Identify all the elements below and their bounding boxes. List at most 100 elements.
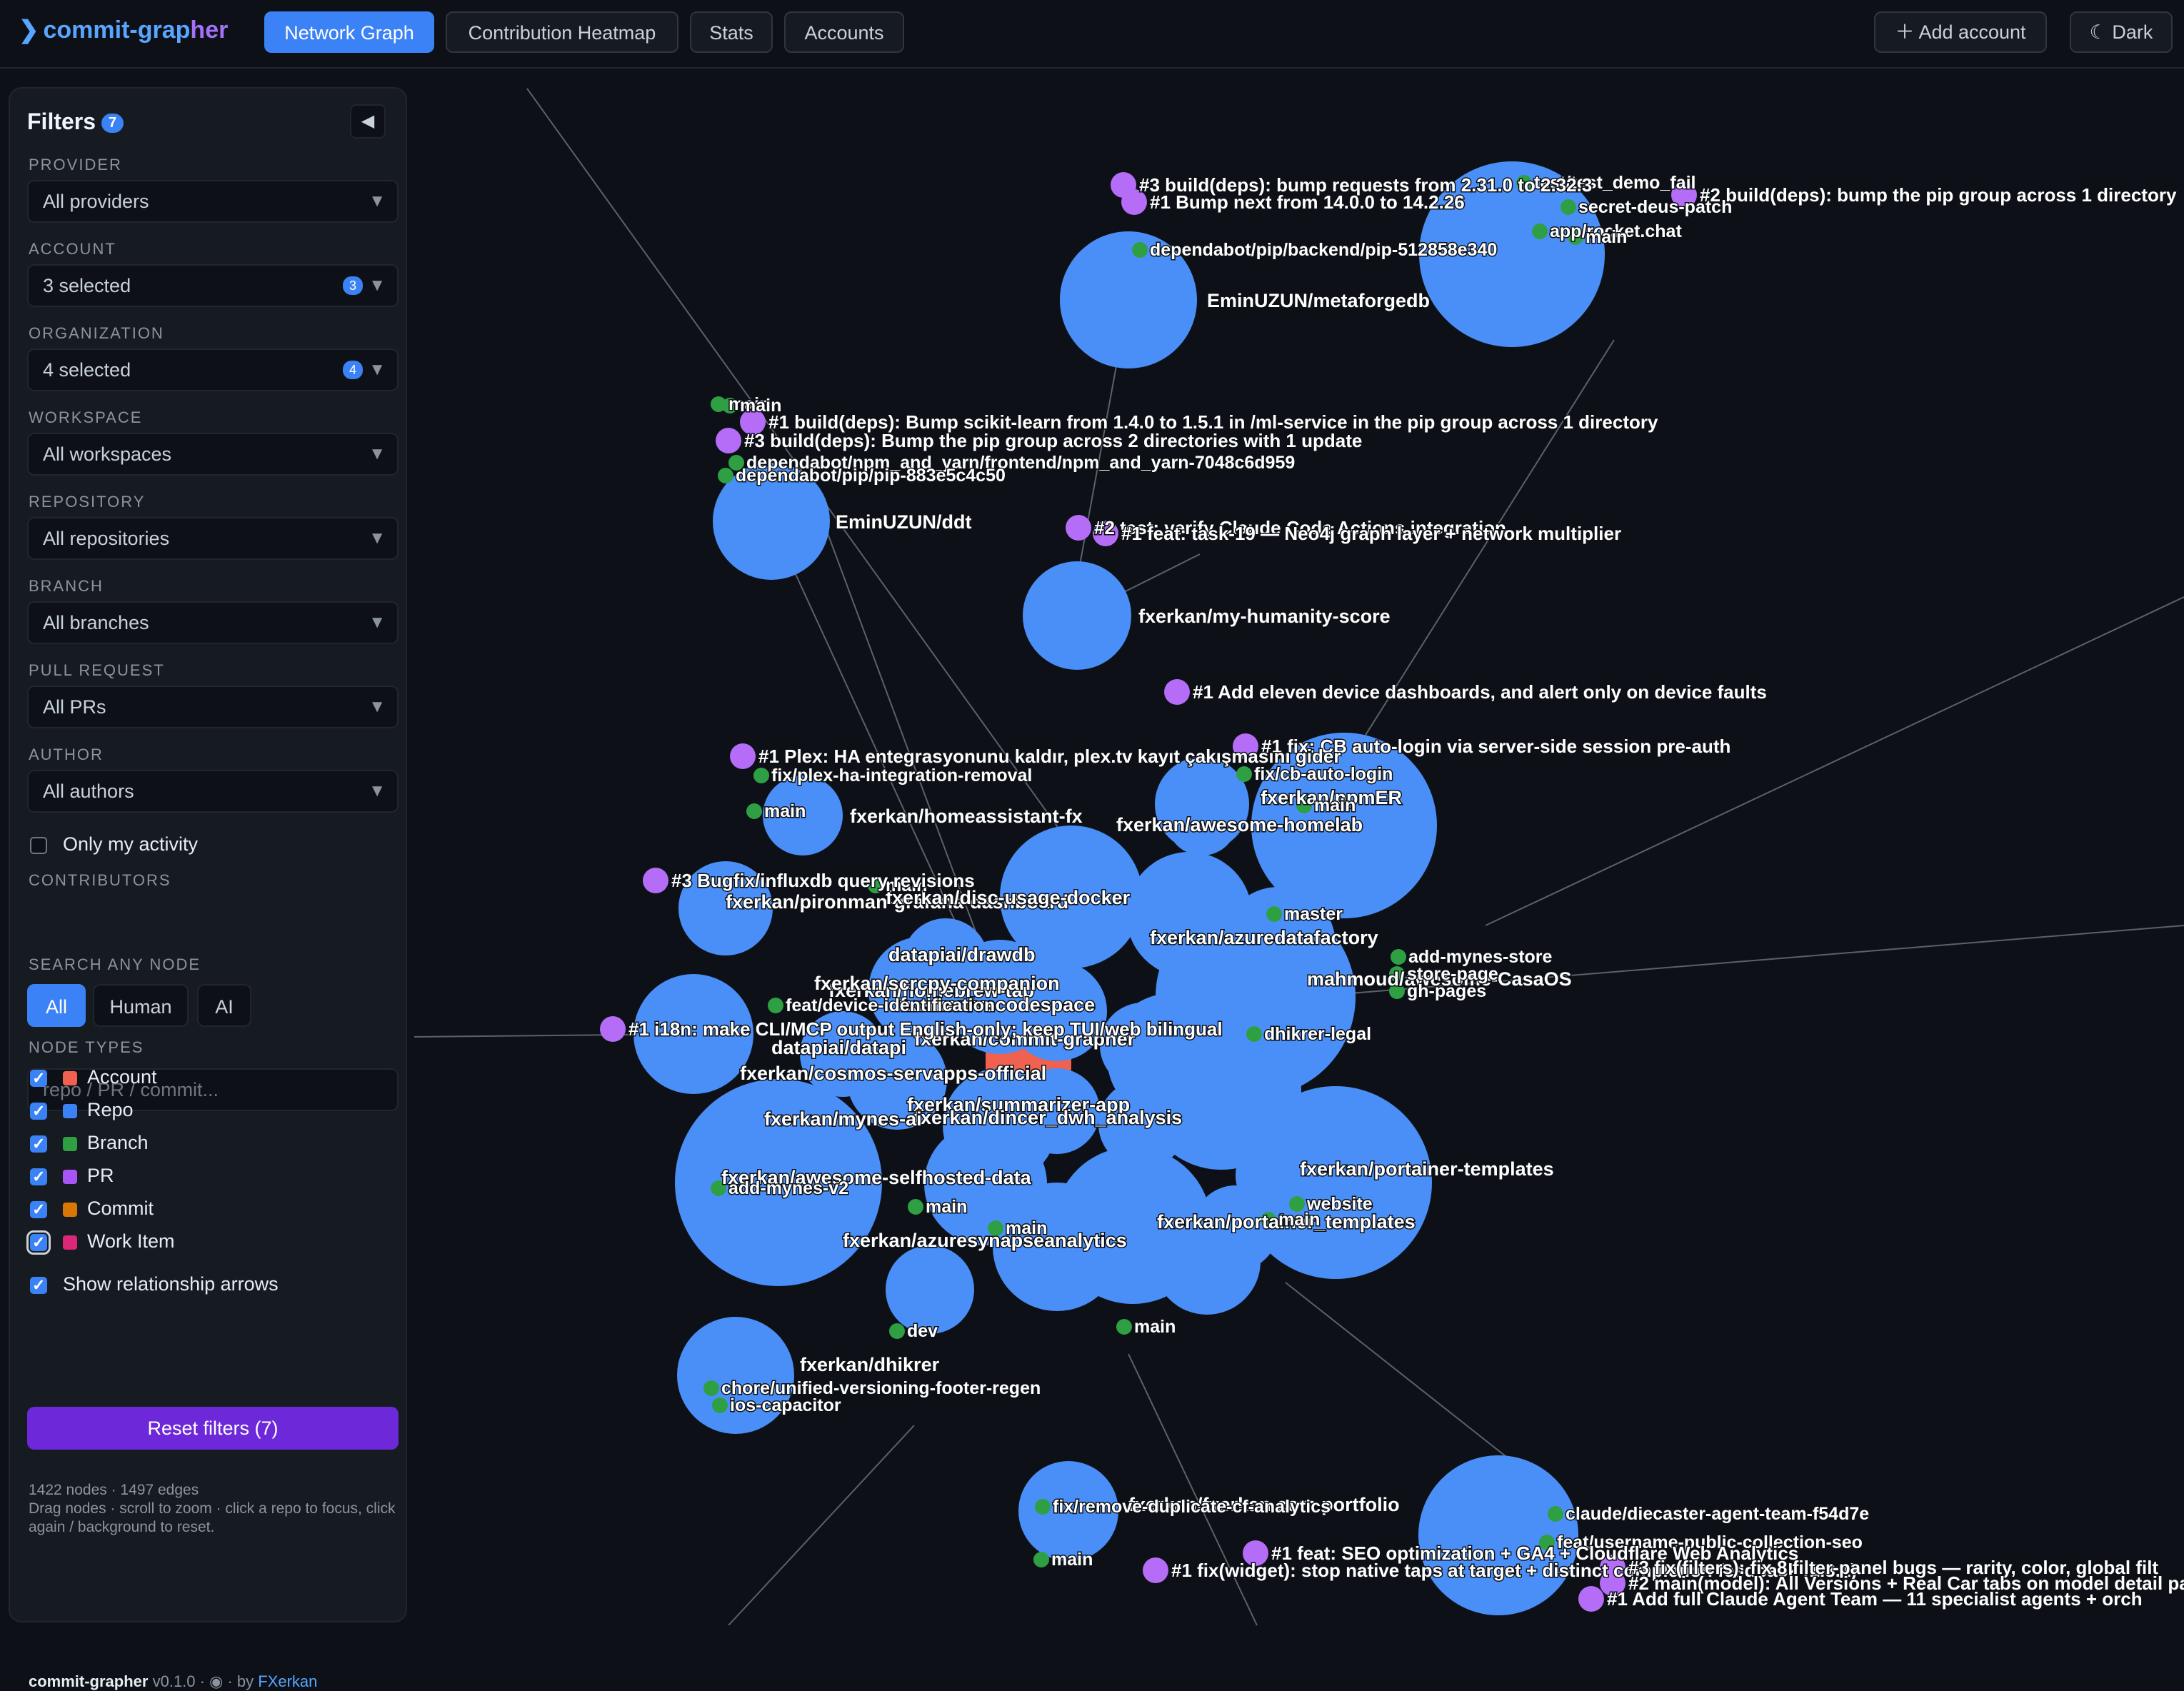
branch-label: main (1586, 227, 1627, 247)
pr-node[interactable] (1578, 1586, 1604, 1612)
tab-network-graph[interactable]: Network Graph (264, 11, 434, 53)
branch-select[interactable]: All branches ▼ (27, 601, 399, 644)
node-type-account-checkbox[interactable]: Account (30, 1064, 157, 1091)
branch-node[interactable] (1246, 1026, 1262, 1042)
pr-node[interactable] (1066, 515, 1091, 541)
work-item-swatch (63, 1235, 77, 1250)
organization-select[interactable]: 4 selected 4 ▼ (27, 348, 399, 391)
checkbox-icon (30, 1164, 47, 1190)
pr-swatch (63, 1169, 77, 1184)
repo-node[interactable] (677, 1317, 794, 1434)
branch-node[interactable] (908, 1199, 923, 1215)
contributors-ai-button[interactable]: AI (197, 984, 251, 1027)
repository-select[interactable]: All repositories ▼ (27, 517, 399, 560)
github-icon[interactable]: ◉ (209, 1672, 223, 1690)
branch-node[interactable] (746, 803, 762, 819)
filters-sidebar: Filters 7 ◀ PROVIDER All providers ▼ ACCOU… (9, 87, 407, 1690)
pr-label: #2 build(deps): bump the pip group acros… (1700, 184, 2177, 206)
pr-node[interactable] (1143, 1557, 1168, 1583)
pr-node[interactable] (730, 743, 756, 769)
repository-label: REPOSITORY (29, 493, 146, 511)
tab-contribution-heatmap[interactable]: Contribution Heatmap (446, 11, 678, 53)
pr-node[interactable] (600, 1016, 626, 1042)
branch-label: claude/diecaster-agent-team-f54d7e (1566, 1504, 1869, 1524)
repo-swatch (63, 1103, 77, 1118)
branch-node[interactable] (718, 468, 733, 483)
dropdown-arrow-icon: ▼ (369, 276, 386, 295)
pr-label: #1 i18n: make CLI/MCP output English-onl… (628, 1018, 1223, 1040)
node-type-pr-checkbox[interactable]: PR (30, 1163, 114, 1190)
pr-label: #1 Bump next from 14.0.0 to 14.2.26 (1150, 191, 1465, 213)
repo-node[interactable] (1418, 1455, 1578, 1615)
branch-node[interactable] (1132, 242, 1148, 258)
pull-request-select[interactable]: All PRs ▼ (27, 686, 399, 728)
checkbox-icon (26, 1230, 51, 1255)
contributors-all-button[interactable]: All (27, 984, 86, 1027)
branch-node[interactable] (1266, 906, 1282, 922)
checkbox-icon (30, 1098, 47, 1124)
repo-label: fxerkan/azuresynapseanalytics (843, 1230, 1127, 1251)
branch-node[interactable] (889, 1323, 905, 1339)
branch-node[interactable] (1548, 1506, 1563, 1522)
network-graph-canvas[interactable]: EminUZUN/metaforgedb EminUZUN/ddt fxerkan/… (414, 69, 2184, 1625)
branch-node[interactable] (1116, 1319, 1132, 1335)
author-link[interactable]: FXerkan (258, 1672, 317, 1690)
checkbox-icon (30, 1065, 47, 1091)
show-arrows-checkbox[interactable]: Show relationship arrows (30, 1271, 279, 1298)
graph-stats: 1422 nodes · 1497 edges Drag nodes · scro… (29, 1482, 396, 1535)
branch-node[interactable] (712, 1398, 728, 1413)
contributors-human-button[interactable]: Human (93, 984, 189, 1027)
branch-node[interactable] (1532, 224, 1548, 239)
workspace-select[interactable]: All workspaces ▼ (27, 433, 399, 476)
provider-label: PROVIDER (29, 156, 122, 174)
branch-node[interactable] (1236, 766, 1252, 782)
pr-label: #3 build(deps): Bump the pip group acros… (744, 430, 1362, 451)
app-logo[interactable]: ❯ commit-grapher (19, 16, 228, 44)
workspace-label: WORKSPACE (29, 408, 143, 426)
branch-label: fix/remove-duplicate-cf-analytics (1053, 1497, 1331, 1517)
node-type-work-item-checkbox[interactable]: Work Item (26, 1228, 175, 1255)
repo-label: fxerkan/homeassistant-fx (850, 806, 1083, 827)
author-label: AUTHOR (29, 746, 104, 763)
pr-node[interactable] (643, 868, 668, 893)
only-my-activity-checkbox[interactable]: Only my activity (30, 831, 198, 857)
provider-select[interactable]: All providers ▼ (27, 180, 399, 223)
node-type-commit-checkbox[interactable]: Commit (30, 1195, 154, 1223)
pr-node[interactable] (716, 428, 741, 453)
repo-label: fxerkan/dincer_dwh_analysis (914, 1107, 1182, 1128)
contributors-label: CONTRIBUTORS (29, 871, 171, 889)
collapse-sidebar-button[interactable]: ◀ (350, 104, 386, 139)
graph-edge (771, 521, 958, 926)
reset-filters-button[interactable]: Reset filters (7) (27, 1407, 399, 1450)
branch-label: main (1314, 796, 1356, 816)
branch-node[interactable] (753, 768, 769, 783)
checkbox-icon (30, 1273, 47, 1298)
account-select[interactable]: 3 selected 3 ▼ (27, 264, 399, 307)
branch-label: add-mynes-v2 (728, 1178, 848, 1198)
theme-toggle-button[interactable]: ☾ Dark (2070, 11, 2173, 53)
repo-node[interactable] (1023, 561, 1131, 670)
branch-node[interactable] (1391, 949, 1406, 965)
dropdown-arrow-icon: ▼ (369, 191, 386, 211)
filters-title: Filters 7 (27, 109, 124, 135)
branch-node[interactable] (1561, 199, 1576, 215)
node-type-branch-checkbox[interactable]: Branch (30, 1130, 149, 1157)
node-type-repo-checkbox[interactable]: Repo (30, 1097, 134, 1124)
branch-node[interactable] (1035, 1499, 1051, 1515)
branch-label: dhikrer-legal (1264, 1024, 1371, 1044)
filters-count-badge: 7 (101, 114, 124, 134)
branch-node[interactable] (768, 998, 783, 1013)
pr-label: #1 Add full Claude Agent Team — 11 speci… (1607, 1588, 2143, 1610)
branch-label: main (764, 801, 806, 821)
branch-label: ios-capacitor (730, 1395, 841, 1415)
tab-accounts[interactable]: Accounts (784, 11, 904, 53)
branch-label: main (1006, 1218, 1047, 1238)
add-account-button[interactable]: ＋ Add account (1874, 11, 2047, 53)
branch-node[interactable] (1033, 1552, 1049, 1567)
branch-node[interactable] (703, 1380, 719, 1396)
repo-label: datapiai/drawdb (888, 944, 1036, 965)
pr-node[interactable] (1164, 679, 1190, 705)
author-select[interactable]: All authors ▼ (27, 770, 399, 813)
tab-stats[interactable]: Stats (690, 11, 773, 53)
caret-left-icon: ◀ (361, 111, 375, 131)
